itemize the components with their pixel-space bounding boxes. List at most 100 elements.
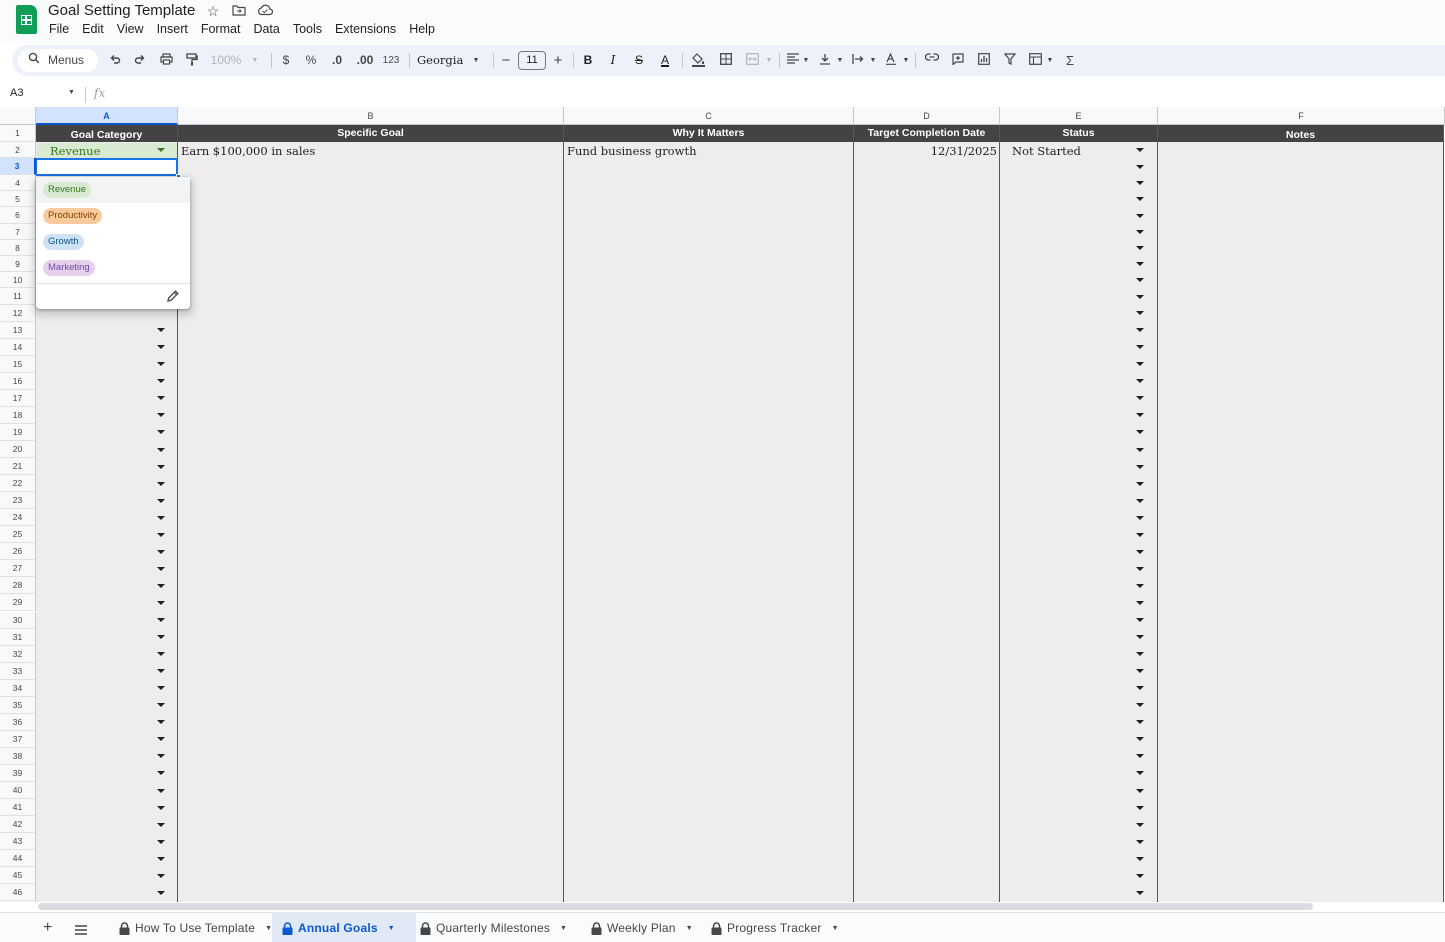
status-dropdown-arrow-icon[interactable] xyxy=(1136,618,1144,623)
cell-dropdown-arrow-icon[interactable] xyxy=(157,822,165,827)
row-header[interactable]: 13 xyxy=(0,321,36,339)
active-cell-a3[interactable] xyxy=(35,158,178,176)
row-header[interactable]: 2 xyxy=(0,142,36,158)
row-header[interactable]: 18 xyxy=(0,406,36,424)
status-dropdown-arrow-icon[interactable] xyxy=(1136,181,1144,186)
functions-sigma-icon[interactable]: Σ xyxy=(1062,51,1078,70)
menu-file[interactable]: File xyxy=(49,21,75,37)
row-header[interactable]: 15 xyxy=(0,355,36,373)
row-header[interactable]: 37 xyxy=(0,730,36,748)
status-dropdown-arrow-icon[interactable] xyxy=(1136,464,1144,469)
row-header[interactable]: 22 xyxy=(0,475,36,493)
cell-dropdown-arrow-icon[interactable] xyxy=(157,720,165,725)
fill-color-icon[interactable] xyxy=(689,51,707,70)
cell-dropdown-arrow-icon[interactable] xyxy=(157,379,165,384)
currency-format-button[interactable]: $ xyxy=(278,51,294,70)
row-header[interactable]: 21 xyxy=(0,458,36,476)
tab-chevron-down-icon[interactable]: ▼ xyxy=(388,925,395,932)
cell-dropdown-arrow-icon[interactable] xyxy=(157,532,165,537)
specific-goal-value[interactable]: Earn $100,000 in sales xyxy=(181,144,315,158)
sheet-tab[interactable]: Progress Tracker ▼ xyxy=(710,913,840,942)
header-goal-category[interactable]: Goal Category xyxy=(36,125,178,142)
status-dropdown-arrow-icon[interactable] xyxy=(1136,635,1144,640)
print-icon[interactable] xyxy=(157,51,175,70)
cell-dropdown-arrow-icon[interactable] xyxy=(157,805,165,810)
status-dropdown-arrow-icon[interactable] xyxy=(1136,430,1144,435)
sheet-tab[interactable]: Quarterly Milestones ▼ xyxy=(419,913,574,942)
row-header[interactable]: 39 xyxy=(0,764,36,782)
status-dropdown-arrow-icon[interactable] xyxy=(1136,197,1144,202)
row-header[interactable]: 35 xyxy=(0,696,36,714)
status-dropdown-arrow-icon[interactable] xyxy=(1136,148,1144,152)
status-dropdown-arrow-icon[interactable] xyxy=(1136,566,1144,571)
scrollbar-thumb[interactable] xyxy=(38,903,1313,910)
row-header[interactable]: 31 xyxy=(0,628,36,646)
row-header[interactable]: 26 xyxy=(0,543,36,561)
italic-button[interactable]: I xyxy=(605,51,621,70)
row-header[interactable]: 20 xyxy=(0,441,36,459)
row-header[interactable]: 19 xyxy=(0,423,36,441)
status-dropdown-arrow-icon[interactable] xyxy=(1136,481,1144,486)
status-dropdown-arrow-icon[interactable] xyxy=(1136,839,1144,844)
row-header[interactable]: 12 xyxy=(0,304,36,322)
horizontal-scrollbar[interactable] xyxy=(36,902,1445,911)
col-header-e[interactable]: E xyxy=(1000,107,1158,125)
header-status[interactable]: Status xyxy=(1000,125,1158,142)
row-header[interactable]: 29 xyxy=(0,594,36,612)
row-header[interactable]: 11 xyxy=(0,288,36,305)
row-header[interactable]: 28 xyxy=(0,577,36,595)
text-rotation-icon[interactable] xyxy=(884,51,898,70)
category-dropdown-arrow-icon[interactable] xyxy=(157,148,165,152)
status-dropdown-arrow-icon[interactable] xyxy=(1136,278,1144,283)
dropdown-option-marketing[interactable]: Marketing xyxy=(36,255,190,281)
insert-link-icon[interactable] xyxy=(923,51,941,70)
insert-comment-icon[interactable] xyxy=(949,51,967,70)
horizontal-align-icon[interactable] xyxy=(786,51,800,70)
dropdown-option-growth[interactable]: Growth xyxy=(36,229,190,255)
text-color-button[interactable]: A xyxy=(655,51,675,70)
row-header[interactable]: 5 xyxy=(0,191,36,208)
menu-insert[interactable]: Insert xyxy=(157,21,194,37)
status-dropdown-arrow-icon[interactable] xyxy=(1136,164,1144,169)
row-header[interactable]: 32 xyxy=(0,645,36,663)
row-header[interactable]: 43 xyxy=(0,833,36,851)
row-header[interactable]: 46 xyxy=(0,884,36,902)
status-dropdown-arrow-icon[interactable] xyxy=(1136,413,1144,418)
row-header[interactable]: 1 xyxy=(0,125,36,142)
status-dropdown-arrow-icon[interactable] xyxy=(1136,805,1144,810)
row-header[interactable]: 16 xyxy=(0,372,36,390)
row-header[interactable]: 45 xyxy=(0,867,36,885)
status-dropdown-arrow-icon[interactable] xyxy=(1136,703,1144,708)
borders-icon[interactable] xyxy=(717,51,735,70)
cell-dropdown-arrow-icon[interactable] xyxy=(157,566,165,571)
menu-tools[interactable]: Tools xyxy=(293,21,328,37)
paint-format-icon[interactable] xyxy=(183,51,201,70)
cell-dropdown-arrow-icon[interactable] xyxy=(157,788,165,793)
status-dropdown-arrow-icon[interactable] xyxy=(1136,600,1144,605)
status-dropdown-arrow-icon[interactable] xyxy=(1136,345,1144,350)
status-dropdown-arrow-icon[interactable] xyxy=(1136,396,1144,401)
add-sheet-icon[interactable]: + xyxy=(43,919,52,937)
status-dropdown-arrow-icon[interactable] xyxy=(1136,737,1144,742)
status-dropdown-arrow-icon[interactable] xyxy=(1136,890,1144,895)
menus-search[interactable]: Menus xyxy=(18,49,98,72)
status-dropdown-arrow-icon[interactable] xyxy=(1136,771,1144,776)
strikethrough-icon[interactable]: S xyxy=(631,51,647,70)
menu-extensions[interactable]: Extensions xyxy=(335,21,402,37)
cell-dropdown-arrow-icon[interactable] xyxy=(157,618,165,623)
column-d-cells[interactable] xyxy=(854,142,1000,902)
decrease-font-size-icon[interactable]: − xyxy=(499,51,513,70)
status-dropdown-arrow-icon[interactable] xyxy=(1136,856,1144,861)
header-target-date[interactable]: Target Completion Date xyxy=(854,125,1000,142)
status-dropdown-arrow-icon[interactable] xyxy=(1136,669,1144,674)
menu-data[interactable]: Data xyxy=(253,21,285,37)
row-header[interactable]: 10 xyxy=(0,272,36,289)
status-dropdown-arrow-icon[interactable] xyxy=(1136,362,1144,367)
status-dropdown-arrow-icon[interactable] xyxy=(1136,686,1144,691)
cell-dropdown-arrow-icon[interactable] xyxy=(157,345,165,350)
bold-button[interactable]: B xyxy=(580,51,596,70)
cell-dropdown-arrow-icon[interactable] xyxy=(157,754,165,759)
cell-dropdown-arrow-icon[interactable] xyxy=(157,362,165,367)
cell-dropdown-arrow-icon[interactable] xyxy=(157,737,165,742)
status-dropdown-arrow-icon[interactable] xyxy=(1136,328,1144,333)
